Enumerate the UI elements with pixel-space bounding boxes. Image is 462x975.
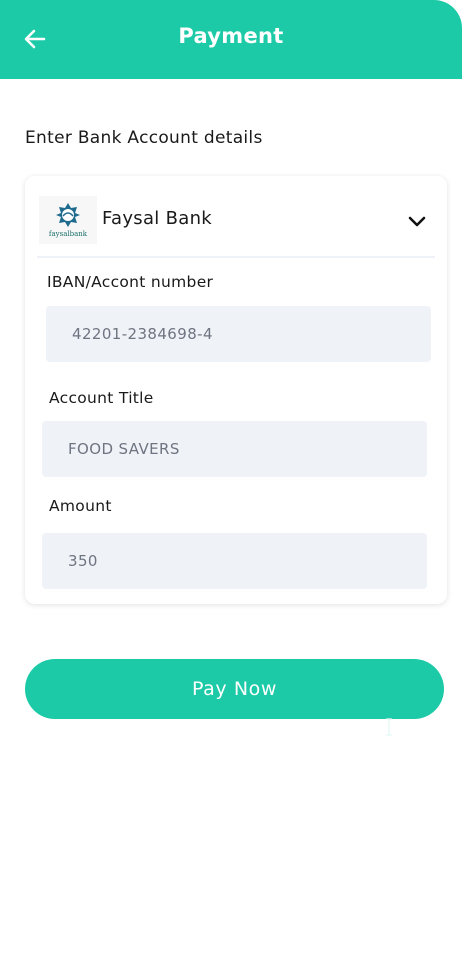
- iban-label: IBAN/Accont number: [47, 273, 214, 291]
- account-title-input[interactable]: [42, 421, 427, 477]
- section-label: Enter Bank Account details: [25, 128, 263, 148]
- page-title: Payment: [178, 24, 284, 48]
- text-cursor-icon: [386, 718, 392, 736]
- iban-input[interactable]: [46, 306, 431, 362]
- bank-selector[interactable]: faysalbank Faysal Bank: [37, 194, 435, 258]
- pay-now-button[interactable]: Pay Now: [25, 659, 444, 719]
- bank-logo-text: faysalbank: [48, 230, 88, 238]
- amount-input[interactable]: [42, 533, 427, 589]
- bank-logo: faysalbank: [39, 196, 97, 244]
- app-header: Payment: [0, 0, 462, 79]
- bank-details-card: faysalbank Faysal Bank IBAN/Accont numbe…: [25, 176, 447, 604]
- account-title-label: Account Title: [49, 389, 154, 407]
- bank-name: Faysal Bank: [102, 208, 213, 229]
- bank-emblem-icon: [56, 203, 80, 227]
- amount-label: Amount: [49, 497, 112, 515]
- chevron-down-icon[interactable]: [405, 210, 429, 234]
